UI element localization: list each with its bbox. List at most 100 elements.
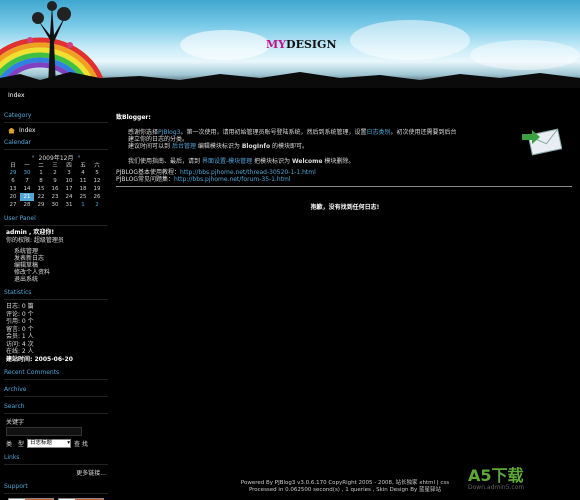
chevron-down-icon: ▾ (67, 440, 71, 446)
search-type-value: 日志标题 (30, 440, 53, 446)
calendar-day: 27 (9, 202, 17, 208)
support-title: Support (4, 483, 28, 490)
search-type-row: 类 型 日志标题 ▾ 查 找 (4, 439, 108, 448)
link-logout[interactable]: 退出系统 (14, 276, 108, 283)
calendar-day-today: 21 (20, 193, 34, 201)
notice-text: 。第一次使用，请用初始管理员账号登陆系统，然后到系统管理，设置 (180, 129, 367, 136)
calendar-day: 11 (79, 178, 87, 184)
weekday: 日 (10, 163, 16, 169)
archive-title: Archive (4, 386, 27, 393)
more-links[interactable]: 更多链接... (4, 468, 108, 477)
calendar-day: 30 (51, 202, 59, 208)
search-type-select[interactable]: 日志标题 ▾ (27, 439, 72, 448)
calendar-day: 12 (93, 178, 101, 184)
calendar-day: 16 (51, 186, 59, 192)
category-item-label: Index (19, 127, 36, 134)
weekday: 五 (80, 163, 86, 169)
notice-text: 把模块标识为 (254, 158, 291, 165)
category-item-index[interactable]: Index (4, 126, 108, 135)
calendar-day: 9 (53, 178, 57, 184)
calendar-table: 日 一 二 三 四 五 六 29 30 1 2 3 4 5 6 7 8 9 10… (6, 161, 104, 209)
notice-title: 致Blogger: (116, 114, 151, 121)
user-welcome: admin , 欢迎你! (6, 229, 55, 236)
admin-link[interactable]: 后台管理 (172, 143, 196, 150)
user-panel-info: admin , 欢迎你! 你的权限: 超级管理员 (4, 229, 108, 245)
calendar-next-button[interactable]: » (77, 154, 80, 160)
faq-label: PJBLOG基本使用教程： (116, 169, 181, 176)
search-title: Search (4, 403, 25, 410)
calendar-header: « 2009年12月 » (4, 153, 108, 162)
watermark-main: A5下载 (468, 466, 524, 485)
notice-text: 感谢你选择 (128, 129, 159, 136)
logo-my-text: MY (266, 38, 287, 51)
calendar-day: 23 (51, 194, 59, 200)
faq-link-questions[interactable]: http://bbs.pjhome.net/forum-35-1.html (174, 176, 291, 183)
nav-item-index[interactable]: Index (8, 92, 25, 99)
calendar-day: 19 (93, 186, 101, 192)
watermark-sub: Down.admin5.com (468, 484, 525, 491)
calendar-day: 26 (93, 194, 101, 200)
calendar-prev-button[interactable]: « (31, 154, 34, 160)
calendar-day: 7 (25, 178, 29, 184)
user-role: 你的权限: 超级管理员 (6, 237, 64, 244)
calendar-day: 13 (9, 186, 17, 192)
calendar-day: 4 (81, 170, 85, 176)
category-settings-link[interactable]: 日志类别 (367, 129, 391, 136)
notice-text: 建议时间可以到 (128, 143, 171, 150)
notice-text: 编辑模块标识为 (197, 143, 240, 150)
top-nav: Index (0, 88, 580, 104)
calendar-day: 5 (95, 170, 99, 176)
stat-line: 评论: 0 个 (6, 310, 34, 318)
calendar-day: 31 (65, 202, 73, 208)
sidebar: Category Index Calendar « 2009年12月 » 日 一… (4, 110, 108, 500)
statistics-list: 日志: 0 篇 评论: 0 个 引用: 0 个 留言: 0 个 会员: 1 人 … (4, 303, 108, 363)
module-manage-link[interactable]: 界面设置-模块管理 (202, 158, 252, 165)
link-edit-drafts[interactable]: 编辑草稿 (14, 262, 108, 269)
calendar-day: 10 (65, 178, 73, 184)
search-keyword-label: 关键字 (6, 419, 25, 426)
user-panel-links: 系统管理 发表新日志 编辑草稿 修改个人资料 退出系统 (4, 248, 108, 283)
stat-line: 访问: 4 次 (6, 340, 34, 348)
link-edit-profile[interactable]: 修改个人资料 (14, 269, 108, 276)
stat-line: 日志: 0 篇 (6, 303, 34, 310)
calendar-day: 22 (37, 194, 45, 200)
link-system-admin[interactable]: 系统管理 (14, 248, 108, 255)
calendar-day: 20 (9, 194, 17, 200)
calendar-day: 6 (11, 178, 15, 184)
search-type-label: 类 型 (6, 441, 25, 448)
bloginfo-label: BlogInfo (241, 143, 271, 150)
mail-icon (522, 128, 562, 156)
calendar-day: 8 (39, 178, 43, 184)
statistics-title: Statistics (4, 289, 32, 296)
calendar-day: 3 (67, 170, 71, 176)
weekday: 二 (38, 163, 44, 169)
no-posts-message: 抱歉，没有找到任何日志! (310, 204, 380, 211)
calendar-day: 25 (79, 194, 87, 200)
pjblog-link[interactable]: PJBlog3 (158, 129, 180, 136)
category-title: Category (4, 112, 32, 119)
link-new-post[interactable]: 发表新日志 (14, 255, 108, 262)
weekday: 三 (52, 163, 58, 169)
user-panel-title: User Panel (4, 215, 36, 222)
search-button[interactable]: 查 找 (74, 439, 88, 448)
faq-label: PJBLOG常见问题集： (116, 176, 175, 183)
stat-line: 会员: 1 人 (6, 333, 34, 340)
weekday: 四 (66, 163, 72, 169)
faq-links: PJBLOG基本使用教程：http://bbs.pjhome.net/threa… (116, 169, 576, 183)
notice-body: 感谢你选择PJBlog3。第一次使用，请用初始管理员账号登陆系统，然后到系统管理… (128, 129, 458, 150)
faq-link-tutorial[interactable]: http://bbs.pjhome.net/thread-30520-1-1.h… (180, 169, 316, 176)
calendar-day: 29 (9, 170, 17, 176)
calendar-day: 30 (23, 170, 31, 176)
calendar-title: Calendar (4, 139, 31, 146)
calendar-day: 17 (65, 186, 73, 192)
watermark-logo: A5下载 Down.admin5.com (468, 468, 578, 498)
logo-design-text: DESIGN (286, 38, 337, 51)
notice-text: 我们使用指南、最后，请到 (128, 158, 201, 165)
calendar-day: 1 (39, 170, 43, 176)
stat-line: 建站时间: 2005-06-20 (6, 355, 73, 363)
grass-silhouette (0, 72, 580, 88)
site-logo[interactable]: MYDESIGN (266, 38, 346, 52)
weekday: 一 (24, 163, 30, 169)
header-banner: MYDESIGN (0, 0, 580, 88)
search-input[interactable] (6, 427, 82, 436)
